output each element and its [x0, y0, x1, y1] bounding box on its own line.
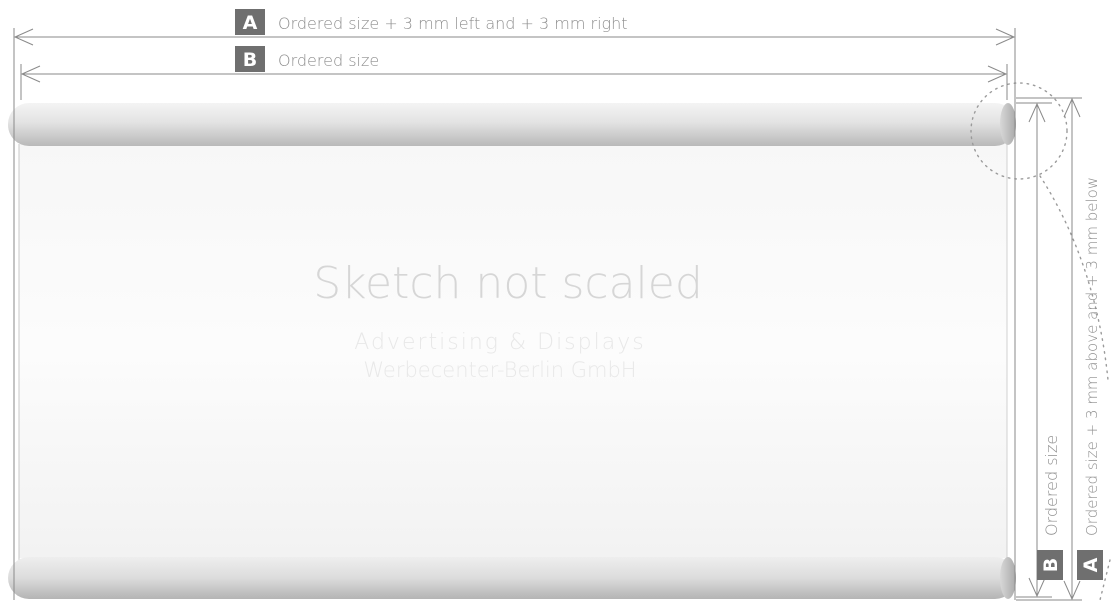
dimension-b-horizontal — [20, 64, 1008, 100]
label-b-horizontal-text: Ordered size — [278, 51, 379, 70]
label-a-horizontal-text: Ordered size + 3 mm left and + 3 mm righ… — [278, 14, 628, 33]
label-b-horizontal: B Ordered size — [235, 46, 379, 72]
badge-a-vertical-text: A — [1080, 557, 1102, 572]
label-a-horizontal: A Ordered size + 3 mm left and + 3 mm ri… — [235, 9, 628, 35]
company-name: Werbecenter-Berlin GmbH — [363, 358, 636, 382]
badge-b-horizontal-text: B — [243, 49, 257, 71]
badge-b-vertical-text: B — [1040, 558, 1062, 572]
label-b-vertical-text: Ordered size — [1042, 435, 1061, 536]
label-b-vertical: B Ordered size — [1037, 435, 1063, 580]
sketch-title: Sketch not scaled — [313, 258, 703, 309]
top-roll — [8, 103, 1016, 146]
label-a-vertical-text: Ordered size + 3 mm above and + 3 mm bel… — [1083, 177, 1101, 536]
company-tagline: Advertising & Displays — [354, 330, 645, 355]
badge-a-horizontal-text: A — [243, 12, 258, 34]
banner-sketch: A Ordered size + 3 mm left and + 3 mm ri… — [8, 9, 1111, 601]
bottom-roll — [8, 557, 1016, 599]
label-a-vertical: A Ordered size + 3 mm above and + 3 mm b… — [1077, 177, 1103, 580]
